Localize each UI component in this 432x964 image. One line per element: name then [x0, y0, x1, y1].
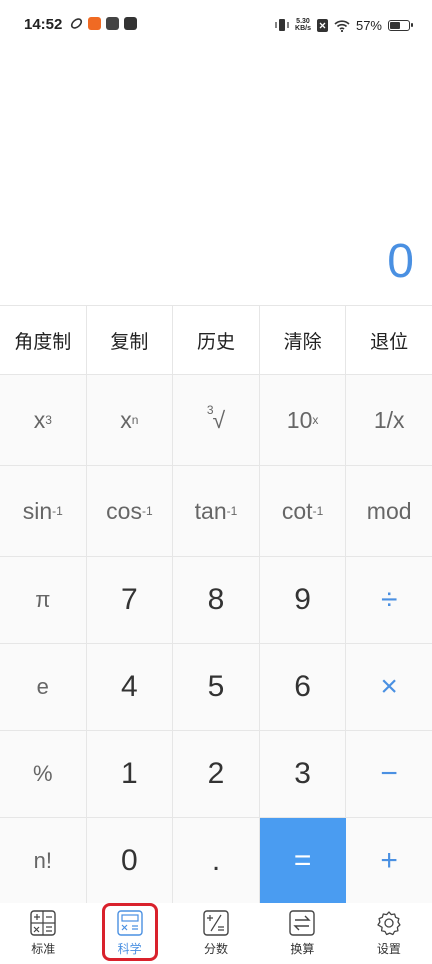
arccos-base: cos — [106, 497, 142, 524]
function-row-2: sin -1 cos -1 tan -1 cot -1 mod — [0, 466, 432, 557]
euler-button[interactable]: e — [0, 644, 87, 731]
network-speed-unit: KB/s — [295, 25, 311, 32]
ten-power-base: 10 — [286, 406, 313, 433]
status-bar: 14:52 5.30 KB/s 57% — [0, 0, 432, 50]
message-icon — [124, 17, 137, 30]
digit-6-button[interactable]: 6 — [259, 644, 347, 731]
orange-app-icon — [88, 17, 101, 30]
arcsin-base: sin — [22, 497, 53, 524]
network-speed: 5.30 KB/s — [295, 18, 311, 32]
clear-button[interactable]: 清除 — [259, 306, 347, 375]
digit-8-button[interactable]: 8 — [173, 557, 260, 644]
power-base: x — [120, 406, 132, 433]
add-button[interactable]: + — [346, 818, 432, 905]
number-row-2: e 4 5 6 × — [0, 644, 432, 731]
mod-button[interactable]: mod — [346, 466, 432, 557]
digit-2-button[interactable]: 2 — [173, 731, 260, 818]
copy-button[interactable]: 复制 — [86, 306, 174, 375]
gear-icon — [377, 911, 401, 936]
number-row-1: π 7 8 9 ÷ — [0, 557, 432, 644]
arccot-button[interactable]: cot -1 — [259, 466, 347, 557]
ten-power-button[interactable]: 10 x — [259, 375, 347, 466]
history-button[interactable]: 历史 — [173, 306, 260, 375]
cube-base: x — [33, 406, 46, 433]
digit-9-button[interactable]: 9 — [259, 557, 347, 644]
battery-percent: 57% — [355, 17, 382, 33]
tab-fraction[interactable]: 分数 — [173, 903, 259, 964]
digit-3-button[interactable]: 3 — [259, 731, 347, 818]
backspace-button[interactable]: 退位 — [346, 306, 432, 375]
equals-button[interactable]: = — [259, 818, 347, 905]
digit-4-button[interactable]: 4 — [86, 644, 174, 731]
tab-fraction-label: 分数 — [204, 942, 229, 956]
arctan-button[interactable]: tan -1 — [173, 466, 260, 557]
cube-root-button[interactable]: 3 √ — [173, 375, 260, 466]
arctan-base: tan — [194, 497, 227, 524]
result-display: 0 — [387, 235, 414, 288]
factorial-button[interactable]: n! — [0, 818, 87, 905]
tab-conversion-label: 换算 — [290, 942, 315, 956]
tab-settings[interactable]: 设置 — [346, 903, 432, 964]
bottom-tab-bar: 标准 科学 分数 换算 设置 — [0, 903, 432, 964]
network-speed-value: 5.30 — [296, 18, 310, 25]
cube-button[interactable]: x3 — [0, 375, 87, 466]
divide-button[interactable]: ÷ — [346, 557, 432, 644]
keypad: 角度制 复制 历史 清除 退位 x3 xn 3 √ 10 x 1/x sin -1 c… — [0, 305, 432, 905]
app-notification-icon — [70, 18, 83, 29]
subtract-button[interactable]: − — [346, 731, 432, 818]
tab-standard-label: 标准 — [31, 942, 56, 956]
function-row-1: x3 xn 3 √ 10 x 1/x — [0, 375, 432, 466]
cube-root-symbol: √ — [212, 406, 226, 433]
vivo-app-icon — [106, 17, 119, 30]
battery-fill — [390, 21, 400, 29]
status-right: 5.30 KB/s 57% — [275, 16, 413, 34]
active-tab-highlight — [102, 903, 158, 961]
percent-button[interactable]: % — [0, 731, 87, 818]
cube-root-index: 3 — [206, 403, 214, 417]
top-action-row: 角度制 复制 历史 清除 退位 — [0, 306, 432, 375]
digit-0-button[interactable]: 0 — [86, 818, 174, 905]
number-row-3: % 1 2 3 − — [0, 731, 432, 818]
tab-settings-label: 设置 — [376, 942, 401, 956]
arccos-button[interactable]: cos -1 — [86, 466, 174, 557]
angle-mode-button[interactable]: 角度制 — [0, 306, 87, 375]
tab-conversion[interactable]: 换算 — [259, 903, 345, 964]
arccot-base: cot — [281, 497, 313, 524]
digit-5-button[interactable]: 5 — [173, 644, 260, 731]
tab-standard[interactable]: 标准 — [0, 903, 86, 964]
decimal-point-button[interactable]: . — [173, 818, 260, 905]
display-area: 0 — [0, 50, 432, 305]
fraction-icon — [203, 910, 229, 936]
vibrate-icon — [275, 19, 289, 31]
number-row-4: n! 0 . = + — [0, 818, 432, 905]
status-time: 14:52 — [24, 16, 63, 33]
conversion-icon — [289, 910, 316, 936]
wifi-icon — [334, 19, 350, 32]
sim-icon — [316, 18, 328, 32]
battery-icon — [388, 19, 413, 31]
multiply-button[interactable]: × — [346, 644, 432, 731]
power-n-button[interactable]: xn — [86, 375, 174, 466]
pi-button[interactable]: π — [0, 557, 87, 644]
digit-7-button[interactable]: 7 — [86, 557, 174, 644]
reciprocal-button[interactable]: 1/x — [346, 375, 432, 466]
arcsin-button[interactable]: sin -1 — [0, 466, 87, 557]
digit-1-button[interactable]: 1 — [86, 731, 174, 818]
standard-calc-icon — [30, 910, 56, 936]
